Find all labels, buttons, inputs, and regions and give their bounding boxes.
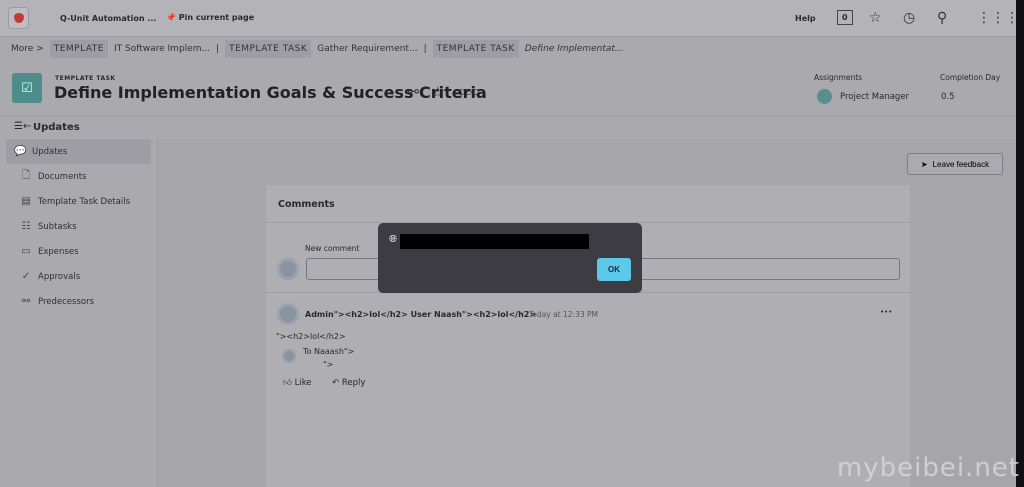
redacted-message: [400, 234, 589, 249]
app-logo[interactable]: [8, 7, 29, 29]
comment-recipient: To Naaash">: [303, 347, 355, 356]
apps-grid-icon[interactable]: ⋮⋮⋮: [977, 10, 1016, 26]
predecessors-icon: ⚯: [21, 296, 31, 307]
user-avatar: [277, 258, 299, 280]
details-icon: ▤: [21, 196, 31, 207]
watermark: mybeibei.net: [836, 453, 1020, 483]
comment-author[interactable]: Admin"><h2>lol</h2> User Naash"><h2>lol<…: [305, 310, 536, 319]
workspace-name[interactable]: Q-Unit Automation ...: [60, 14, 156, 23]
object-type: TEMPLATE TASK: [55, 75, 116, 82]
subtasks-icon: ☷: [21, 221, 31, 232]
pin-icon: 📌: [166, 13, 176, 22]
sidebar: 💬 Updates 🗋 Documents ▤ Template Task Detai…: [0, 139, 158, 487]
recipient-avatar: [282, 349, 296, 363]
comment-author-avatar: [277, 303, 299, 325]
reply-icon: ↶: [332, 378, 340, 388]
sidebar-item-documents[interactable]: 🗋 Documents: [6, 164, 151, 189]
ok-button[interactable]: OK: [597, 258, 631, 281]
top-bar: Q-Unit Automation ... 📌 Pin current page…: [0, 0, 1016, 37]
collapse-panel-icon[interactable]: ☰←: [14, 121, 31, 132]
pin-page-button[interactable]: 📌 Pin current page: [166, 13, 254, 22]
breadcrumb-separator: |: [423, 44, 427, 54]
help-button[interactable]: Help: [795, 14, 816, 23]
notifications-badge[interactable]: 0: [837, 10, 853, 25]
completion-label: Completion Day: [940, 73, 1001, 82]
like-button[interactable]: 👍︎ Like: [283, 378, 312, 388]
section-header: ☰← Updates: [0, 115, 1016, 139]
breadcrumb: More > TEMPLATE IT Software Implem... | …: [11, 40, 624, 58]
expenses-icon: ▭: [21, 246, 31, 257]
main-content: ➤ Leave feedback Comments New comment Adm…: [159, 139, 1016, 487]
comment-more-icon[interactable]: •••: [880, 308, 892, 316]
sidebar-item-approvals[interactable]: ✓ Approvals: [6, 264, 151, 289]
sidebar-item-subtasks[interactable]: ☷ Subtasks: [6, 214, 151, 239]
assignments-label: Assignments: [814, 73, 863, 82]
favorite-star-icon[interactable]: ☆: [431, 83, 444, 101]
comment-timestamp: Today at 12:33 PM: [529, 310, 598, 319]
sidebar-item-expenses[interactable]: ▭ Expenses: [6, 239, 151, 264]
search-icon[interactable]: ⚲: [937, 10, 947, 26]
clipboard-icon: ☑: [12, 73, 42, 103]
breadcrumb-tag: TEMPLATE: [49, 40, 108, 58]
sidebar-item-updates[interactable]: 💬 Updates: [6, 139, 151, 164]
sidebar-item-details[interactable]: ▤ Template Task Details: [6, 189, 151, 214]
dot-separator: ·: [520, 310, 523, 319]
send-icon: ➤: [920, 159, 928, 169]
breadcrumb-tag: TEMPLATE TASK: [432, 40, 519, 58]
completion-value: 0.5: [941, 92, 955, 102]
leave-feedback-button[interactable]: ➤ Leave feedback: [907, 153, 1003, 175]
breadcrumb-more[interactable]: More >: [11, 44, 44, 54]
reply-button[interactable]: ↶ Reply: [332, 378, 365, 388]
assignee-avatar: [817, 89, 832, 104]
document-icon: 🗋: [21, 170, 31, 181]
breadcrumb-tag: TEMPLATE TASK: [225, 40, 312, 58]
breadcrumb-link[interactable]: IT Software Implem...: [114, 44, 210, 54]
new-comment-label: New comment: [305, 244, 360, 253]
breadcrumb-current: Define Implementat...: [524, 44, 624, 54]
page-title: Define Implementation Goals & Success Cr…: [54, 83, 487, 102]
history-icon[interactable]: ◷: [903, 10, 915, 26]
sidebar-item-predecessors[interactable]: ⚯ Predecessors: [6, 289, 151, 314]
chat-icon: 💬: [14, 146, 27, 157]
app-window: Q-Unit Automation ... 📌 Pin current page…: [0, 0, 1016, 487]
star-icon[interactable]: ☆: [869, 10, 882, 26]
assignee-name[interactable]: Project Manager: [840, 92, 909, 102]
thumbs-up-icon: 👍︎: [283, 378, 292, 388]
comment-body: "><h2>lol</h2>: [276, 332, 346, 341]
alert-dialog: 🌐︎ OK: [378, 223, 642, 293]
approvals-icon: ✓: [21, 271, 31, 282]
comments-title: Comments: [266, 185, 910, 223]
comment-recipient-cont: ">: [323, 360, 334, 369]
section-title: Updates: [33, 122, 80, 133]
breadcrumb-link[interactable]: Gather Requirement...: [317, 44, 417, 54]
breadcrumb-separator: |: [216, 44, 220, 54]
hierarchy-icon[interactable]: ⚯: [408, 85, 419, 100]
more-options-icon[interactable]: ○○○: [458, 87, 479, 96]
globe-icon: 🌐︎: [389, 234, 397, 245]
